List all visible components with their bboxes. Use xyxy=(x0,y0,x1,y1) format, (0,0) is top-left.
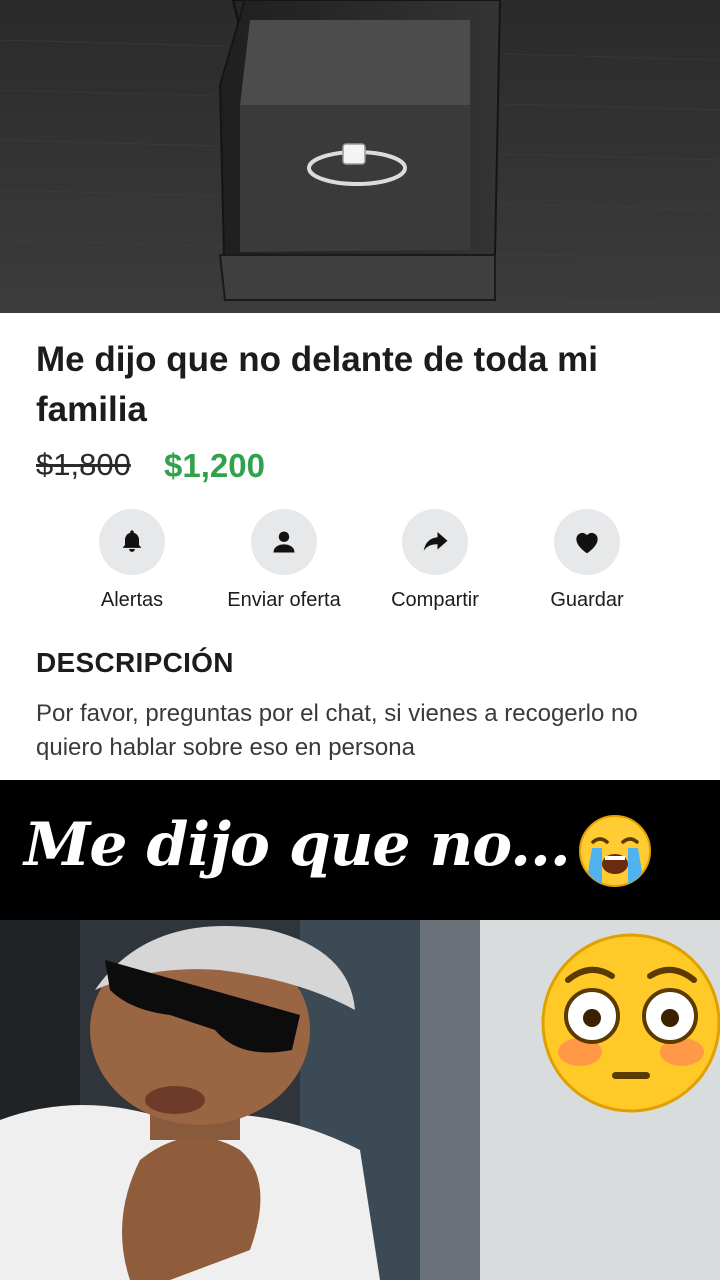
listing-title: Me dijo que no delante de toda mi famili… xyxy=(36,340,598,429)
current-price: $1,200 xyxy=(164,447,265,484)
meme-caption-band: Me dijo que no... xyxy=(0,780,720,920)
share-arrow-icon xyxy=(402,509,468,575)
send-offer-label: Enviar oferta xyxy=(227,589,341,611)
save-label: Guardar xyxy=(550,589,624,611)
loudly-crying-face-emoji xyxy=(579,815,651,887)
ring-box-photo xyxy=(0,0,720,313)
save-button[interactable]: Guardar xyxy=(507,509,667,612)
flushed-face-emoji xyxy=(541,933,720,1113)
alerts-button[interactable]: Alertas xyxy=(52,509,212,612)
meme-caption: Me dijo que no... xyxy=(24,810,571,880)
description-text: Por favor, preguntas por el chat, si vie… xyxy=(36,700,638,761)
marketplace-listing: Me dijo que no delante de toda mi famili… xyxy=(0,313,720,780)
bell-icon xyxy=(99,509,165,575)
description-heading: DESCRIPCIÓN xyxy=(36,647,234,678)
heart-icon xyxy=(554,509,620,575)
reaction-photo xyxy=(0,920,720,1280)
alerts-label: Alertas xyxy=(100,589,164,611)
share-label: Compartir xyxy=(391,589,479,611)
share-button[interactable]: Compartir xyxy=(355,509,515,612)
original-price: $1,800 xyxy=(36,447,131,482)
person-icon xyxy=(251,509,317,575)
listing-actions: Alertas Enviar oferta Compartir Guardar xyxy=(0,509,720,619)
send-offer-button[interactable]: Enviar oferta xyxy=(204,509,364,612)
